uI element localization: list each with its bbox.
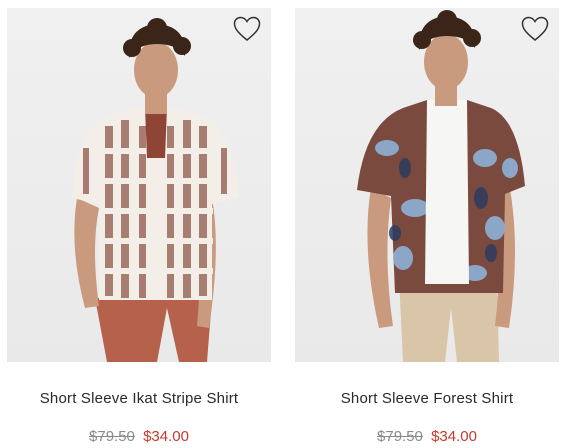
wishlist-button[interactable] (233, 16, 261, 42)
product-card[interactable]: Short Sleeve Forest Shirt $79.50 $34.00 (295, 8, 559, 445)
model-photo-ikat-shirt (72, 18, 239, 362)
heart-outline-icon (233, 16, 261, 41)
product-name[interactable]: Short Sleeve Ikat Stripe Shirt (7, 390, 271, 407)
heart-outline-icon (521, 16, 549, 41)
wishlist-button[interactable] (521, 16, 549, 42)
original-price: $79.50 (89, 428, 135, 445)
product-image[interactable] (7, 8, 271, 362)
sale-price: $34.00 (431, 428, 477, 445)
product-name[interactable]: Short Sleeve Forest Shirt (295, 390, 559, 407)
product-image[interactable] (295, 8, 559, 362)
product-price: $79.50 $34.00 (7, 428, 271, 445)
model-photo-forest-shirt (357, 10, 525, 362)
product-price: $79.50 $34.00 (295, 428, 559, 445)
product-card[interactable]: Short Sleeve Ikat Stripe Shirt $79.50 $3… (7, 8, 271, 445)
product-grid: Short Sleeve Ikat Stripe Shirt $79.50 $3… (0, 0, 563, 448)
original-price: $79.50 (377, 428, 423, 445)
sale-price: $34.00 (143, 428, 189, 445)
